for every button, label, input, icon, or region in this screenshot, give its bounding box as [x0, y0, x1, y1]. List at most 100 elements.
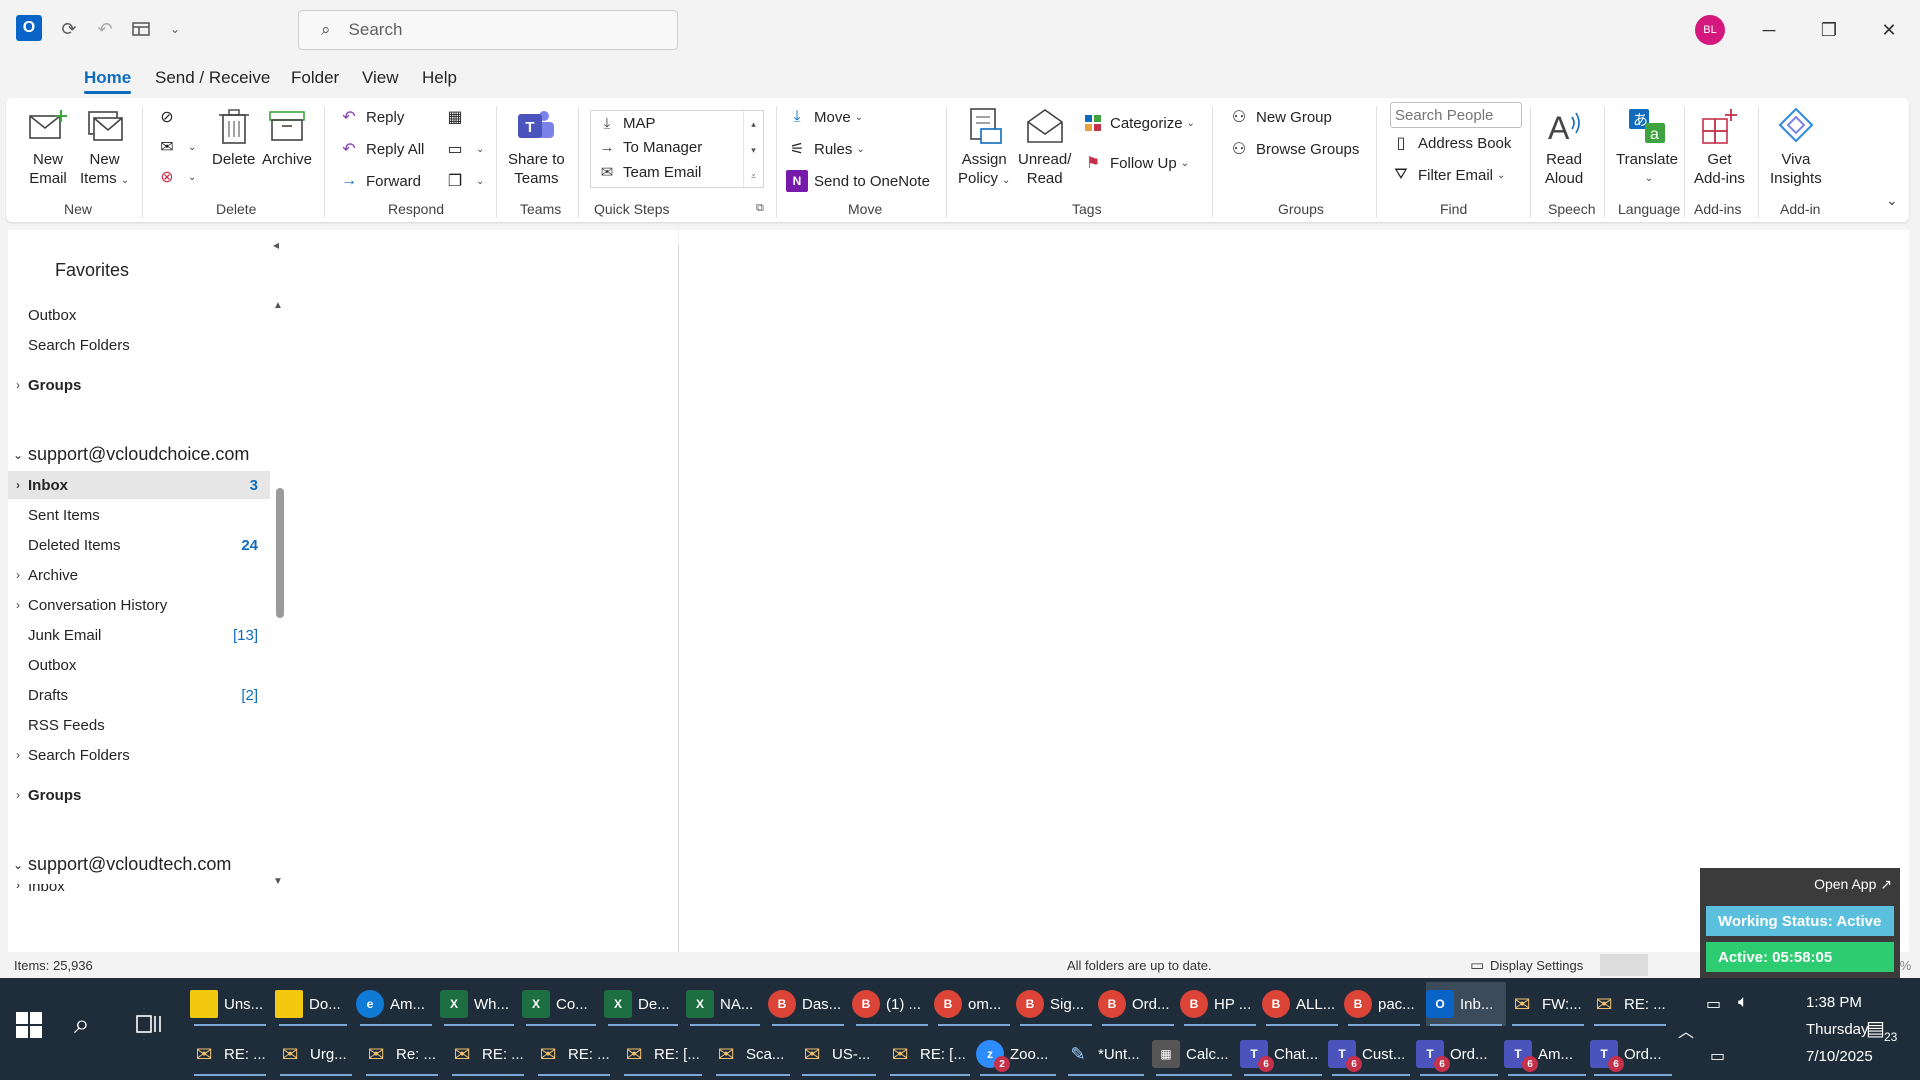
- taskbar-app[interactable]: B Sig...: [1016, 982, 1096, 1026]
- open-app-button[interactable]: Open App ↗: [1814, 876, 1892, 893]
- taskbar-app[interactable]: T 6 Cust...: [1328, 1032, 1414, 1076]
- battery-icon[interactable]: ▭: [1706, 994, 1721, 1014]
- taskbar-app[interactable]: ✉ RE: [...: [886, 1032, 974, 1076]
- undo-icon[interactable]: ↶: [92, 16, 118, 42]
- folder-groups[interactable]: › Groups: [8, 781, 270, 809]
- folder-outbox[interactable]: Outbox: [8, 651, 270, 679]
- translate-button[interactable]: あa Translate ⌄: [1616, 106, 1678, 188]
- tab-folder[interactable]: Folder: [291, 68, 339, 88]
- search-input[interactable]: ⌕ Search: [298, 10, 678, 50]
- chevron-right-icon[interactable]: ›: [8, 568, 28, 582]
- reply-all-button[interactable]: ↶ Reply All: [338, 138, 424, 160]
- junk-button[interactable]: ⊗ ⌄: [156, 166, 196, 188]
- taskbar-app[interactable]: Uns...: [190, 982, 270, 1026]
- message-list[interactable]: [296, 230, 678, 952]
- scroll-down-icon[interactable]: ▼: [273, 876, 283, 887]
- expand-gallery-icon[interactable]: ⩡: [751, 171, 756, 182]
- meeting-button[interactable]: ▦: [444, 106, 472, 128]
- notifications-icon[interactable]: ▤: [1866, 1016, 1885, 1041]
- windows-start-icon[interactable]: [16, 1012, 46, 1042]
- tab-view[interactable]: View: [362, 68, 399, 88]
- chevron-down-icon[interactable]: ⌄: [8, 858, 28, 872]
- taskbar-app[interactable]: ✎ *Unt...: [1064, 1032, 1148, 1076]
- ignore-button[interactable]: ⊘: [156, 106, 184, 128]
- folder-deleted-items[interactable]: Deleted Items 24: [8, 531, 270, 559]
- follow-up-button[interactable]: ⚑ Follow Up ⌄: [1082, 152, 1189, 174]
- favorite-outbox[interactable]: Outbox: [8, 301, 270, 329]
- task-view-icon[interactable]: [136, 1012, 162, 1038]
- read-aloud-button[interactable]: A Read Aloud: [1544, 106, 1584, 188]
- taskbar-app[interactable]: ✉ US-...: [798, 1032, 880, 1076]
- tab-help[interactable]: Help: [422, 68, 457, 88]
- folder-drafts[interactable]: Drafts [2]: [8, 681, 270, 709]
- folder-inbox[interactable]: › Inbox 3: [8, 471, 270, 499]
- taskbar-app[interactable]: B ALL...: [1262, 982, 1342, 1026]
- taskbar-app[interactable]: Bom...: [934, 982, 1014, 1026]
- more-respond-button[interactable]: ❐ ⌄: [444, 170, 485, 192]
- taskbar-app[interactable]: X De...: [604, 982, 682, 1026]
- tab-home[interactable]: Home: [84, 68, 132, 94]
- scroll-up-icon[interactable]: ▲: [273, 300, 283, 311]
- quick-step-map[interactable]: ⤓ MAP: [597, 115, 656, 132]
- taskbar-app[interactable]: X NA...: [686, 982, 764, 1026]
- new-items-button[interactable]: New Items ⌄: [80, 106, 129, 190]
- rules-button[interactable]: ⚟ Rules ⌄: [786, 138, 865, 160]
- folder-conversation-history[interactable]: › Conversation History: [8, 591, 270, 619]
- categorize-button[interactable]: Categorize ⌄: [1082, 112, 1195, 134]
- chevron-right-icon[interactable]: ›: [8, 598, 28, 612]
- taskbar-app[interactable]: X Wh...: [440, 982, 518, 1026]
- move-button[interactable]: ⤓ Move ⌄: [786, 106, 863, 128]
- view-toggle[interactable]: [1600, 954, 1648, 976]
- assign-policy-button[interactable]: Assign Policy ⌄: [958, 106, 1010, 190]
- folder-junk-email[interactable]: Junk Email [13]: [8, 621, 270, 649]
- account-header-vcloudchoice[interactable]: ⌄ support@vcloudchoice.com: [8, 444, 249, 465]
- get-addins-button[interactable]: Get Add-ins: [1694, 106, 1745, 188]
- avatar[interactable]: BL: [1695, 15, 1725, 45]
- taskbar-clock[interactable]: 1:38 PM Thursday 7/10/2025: [1806, 989, 1916, 1070]
- taskbar-app[interactable]: T 6 Ord...: [1416, 1032, 1502, 1076]
- close-button[interactable]: ✕: [1866, 10, 1912, 50]
- taskbar-app[interactable]: ✉ RE: ...: [190, 1032, 270, 1076]
- taskbar-app[interactable]: ▦ Calc...: [1152, 1032, 1236, 1076]
- unread-read-button[interactable]: Unread/ Read: [1018, 106, 1071, 188]
- filter-email-button[interactable]: ⛛ Filter Email ⌄: [1390, 164, 1505, 186]
- taskbar-app[interactable]: ✉ RE: ...: [1590, 982, 1670, 1026]
- address-book-button[interactable]: ▯ Address Book: [1390, 132, 1512, 154]
- folder-search-folders[interactable]: › Search Folders: [8, 741, 270, 769]
- favorite-search-folders[interactable]: Search Folders: [8, 331, 270, 359]
- taskbar-app[interactable]: ✉ RE: ...: [534, 1032, 614, 1076]
- tab-send-receive[interactable]: Send / Receive: [155, 68, 270, 88]
- taskbar-app[interactable]: X Co...: [522, 982, 600, 1026]
- taskbar-app[interactable]: ✉ Urg...: [276, 1032, 356, 1076]
- chevron-right-icon[interactable]: ›: [8, 788, 28, 802]
- search-people-input[interactable]: [1390, 102, 1522, 128]
- reply-button[interactable]: ↶ Reply: [338, 106, 404, 128]
- archive-button[interactable]: Archive: [262, 106, 312, 169]
- folder-pane-scrollbar[interactable]: [276, 488, 284, 618]
- clean-up-button[interactable]: ✉ ⌄: [156, 136, 196, 158]
- taskbar-app[interactable]: B (1) ...: [852, 982, 932, 1026]
- browse-groups-button[interactable]: ⚇ Browse Groups: [1228, 138, 1360, 160]
- taskbar-app[interactable]: B Ord...: [1098, 982, 1178, 1026]
- share-to-teams-button[interactable]: T Share to Teams: [508, 106, 565, 188]
- chevron-up-icon[interactable]: ▴: [751, 119, 756, 130]
- customize-view-icon[interactable]: [128, 16, 154, 42]
- minimize-button[interactable]: ─: [1746, 10, 1792, 50]
- network-icon[interactable]: ▭: [1710, 1046, 1725, 1066]
- volume-icon[interactable]: 🔈︎: [1738, 992, 1748, 1012]
- quick-step-team-email[interactable]: ✉ Team Email: [597, 163, 702, 182]
- taskbar-app[interactable]: ✉ RE: ...: [448, 1032, 528, 1076]
- chevron-right-icon[interactable]: ›: [8, 478, 28, 492]
- dialog-launcher-icon[interactable]: ⧉: [756, 202, 764, 215]
- restore-button[interactable]: ❐: [1806, 10, 1852, 50]
- folder-rss-feeds[interactable]: RSS Feeds: [8, 711, 270, 739]
- taskbar-app[interactable]: ✉ RE: [...: [620, 1032, 706, 1076]
- chevron-right-icon[interactable]: ›: [8, 378, 28, 392]
- taskbar-app-outlook[interactable]: O Inb...: [1426, 982, 1506, 1026]
- quick-step-to-manager[interactable]: → To Manager: [597, 139, 703, 156]
- delete-button[interactable]: Delete: [212, 106, 255, 169]
- quick-access-dropdown-icon[interactable]: ⌄: [162, 16, 188, 42]
- display-settings-button[interactable]: Display Settings: [1490, 958, 1583, 973]
- account-header-vcloudtech[interactable]: ⌄ support@vcloudtech.com: [8, 854, 231, 875]
- chevron-down-icon[interactable]: ▾: [751, 145, 756, 156]
